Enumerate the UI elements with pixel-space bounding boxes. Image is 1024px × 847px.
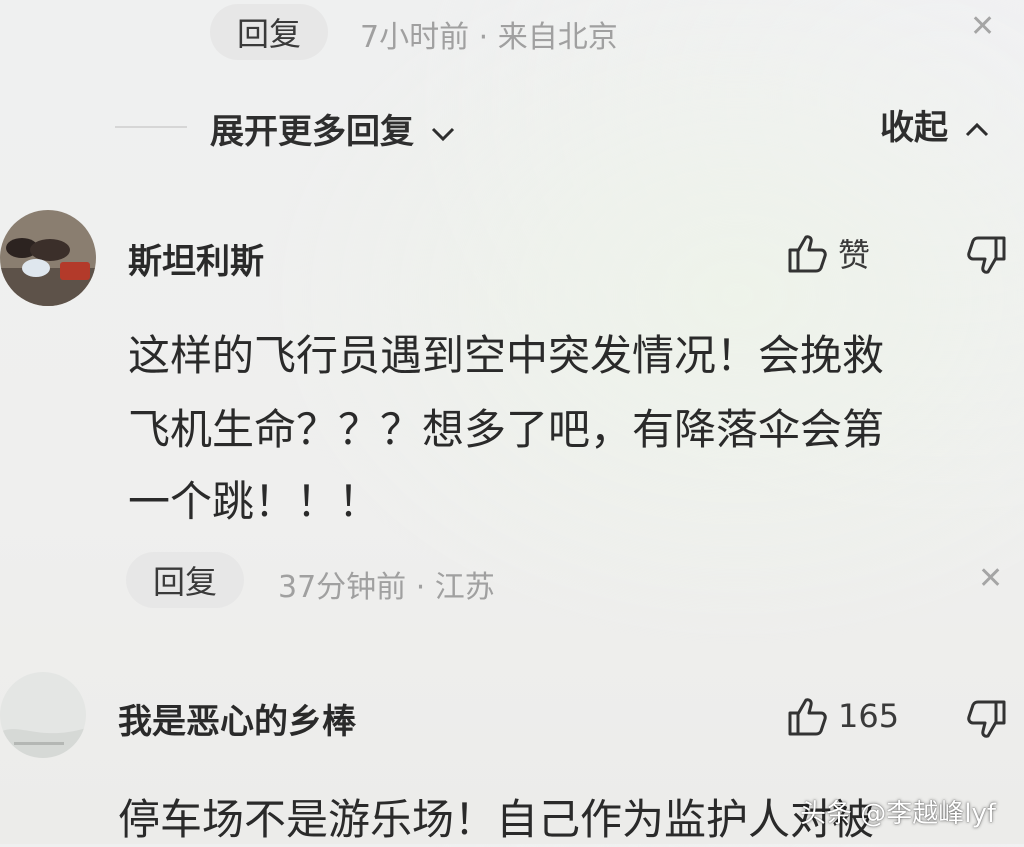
watermark: 头条 @李越峰lyf (799, 799, 996, 829)
chevron-down-icon (431, 127, 454, 141)
divider (115, 126, 187, 128)
reply-label: 回复 (236, 15, 301, 53)
chevron-up-icon (965, 122, 988, 136)
comment-text-line: 停车场不是游乐场！自己作为监护人对被 (118, 795, 875, 844)
comment-meta: 7小时前 · 来自北京 (360, 20, 618, 55)
avatar[interactable] (0, 210, 96, 306)
comment-text-line: 这样的飞行员遇到空中突发情况！会挽救 (128, 331, 885, 380)
comment-text-line: 飞机生命？？？想多了吧，有降落伞会第 (128, 405, 885, 454)
like-label: 赞 (838, 236, 871, 274)
expand-more-replies-button[interactable]: 展开更多回复 (210, 104, 456, 153)
avatar-image (0, 672, 86, 758)
avatar-image (0, 210, 96, 306)
like-count: 165 (838, 697, 900, 735)
like-button[interactable]: 165 (786, 694, 899, 738)
thumbs-down-icon (967, 236, 1006, 274)
reply-label: 回复 (152, 563, 217, 601)
like-button[interactable]: 赞 (786, 230, 870, 276)
close-icon[interactable]: ✕ (978, 564, 1003, 594)
username[interactable]: 我是恶心的乡棒 (118, 694, 356, 743)
collapse-button[interactable]: 收起 (880, 100, 990, 149)
thumbs-up-icon (788, 698, 827, 736)
reply-button[interactable]: 回复 (210, 4, 328, 60)
thumbs-up-icon (788, 235, 827, 273)
thumbs-down-icon (967, 700, 1006, 738)
close-icon[interactable]: ✕ (970, 12, 995, 42)
reply-button[interactable]: 回复 (126, 552, 244, 608)
collapse-label: 收起 (880, 108, 948, 148)
dislike-button[interactable] (964, 234, 1008, 282)
comment-text-line: 一个跳！！！ (128, 477, 381, 526)
username[interactable]: 斯坦利斯 (128, 234, 264, 283)
comment-meta: 37分钟前 · 江苏 (278, 570, 495, 605)
expand-label: 展开更多回复 (210, 112, 414, 152)
avatar[interactable] (0, 672, 86, 758)
dislike-button[interactable] (964, 698, 1008, 746)
